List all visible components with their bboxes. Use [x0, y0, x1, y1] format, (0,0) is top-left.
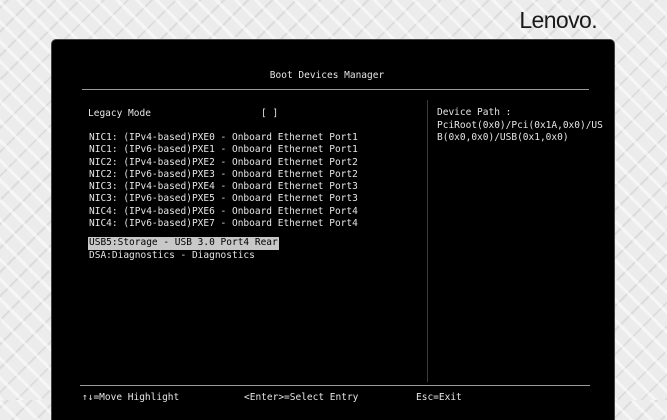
boot-device-item[interactable]: DSA:Diagnostics - Diagnostics [88, 250, 359, 262]
page-title: Boot Devices Manager [269, 70, 385, 81]
key-hints-bar: ↑↓=Move Highlight <Enter>=Select Entry E… [82, 392, 592, 406]
boot-device-item[interactable]: NIC3: (IPv6-based)PXE5 - Onboard Etherne… [88, 193, 359, 205]
boot-device-item[interactable]: NIC4: (IPv6-based)PXE7 - Onboard Etherne… [88, 218, 359, 230]
hint-move-highlight: ↑↓=Move Highlight [82, 392, 180, 403]
help-heading: Device Path : [437, 107, 512, 118]
boot-device-item[interactable]: NIC1: (IPv6-based)PXE1 - Onboard Etherne… [88, 144, 359, 156]
boot-device-item[interactable]: NIC3: (IPv4-based)PXE4 - Onboard Etherne… [88, 181, 359, 193]
boot-device-item-selected[interactable]: USB5:Storage - USB 3.0 Port4 Rear [88, 237, 279, 250]
vertical-divider [427, 100, 428, 382]
hint-exit: Esc=Exit [416, 392, 462, 403]
hint-select-entry: <Enter>=Select Entry [244, 392, 359, 403]
lenovo-logo: Lenovo. [519, 7, 597, 33]
top-divider [82, 89, 589, 90]
bottom-divider [80, 385, 590, 386]
boot-device-item[interactable]: NIC2: (IPv6-based)PXE3 - Onboard Etherne… [88, 169, 359, 181]
boot-device-item[interactable]: NIC1: (IPv4-based)PXE0 - Onboard Etherne… [88, 132, 359, 144]
help-path-line1: PciRoot(0x0)/Pci(0x1A,0x0)/US [437, 119, 603, 131]
boot-device-item[interactable]: NIC2: (IPv4-based)PXE2 - Onboard Etherne… [88, 157, 359, 169]
legacy-mode-label: Legacy Mode [88, 108, 151, 119]
monitor-screen: Boot Devices Manager Legacy Mode [ ] NIC… [52, 40, 614, 420]
boot-device-item[interactable]: NIC4: (IPv4-based)PXE6 - Onboard Etherne… [88, 206, 359, 218]
help-path-line2: B(0x0,0x0)/USB(0x1,0x0) [437, 132, 569, 143]
boot-device-list: NIC1: (IPv4-based)PXE0 - Onboard Etherne… [88, 132, 359, 262]
legacy-mode-checkbox[interactable]: [ ] [261, 108, 278, 119]
device-path-help: Device Path : PciRoot(0x0)/Pci(0x1A,0x0)… [437, 107, 603, 145]
